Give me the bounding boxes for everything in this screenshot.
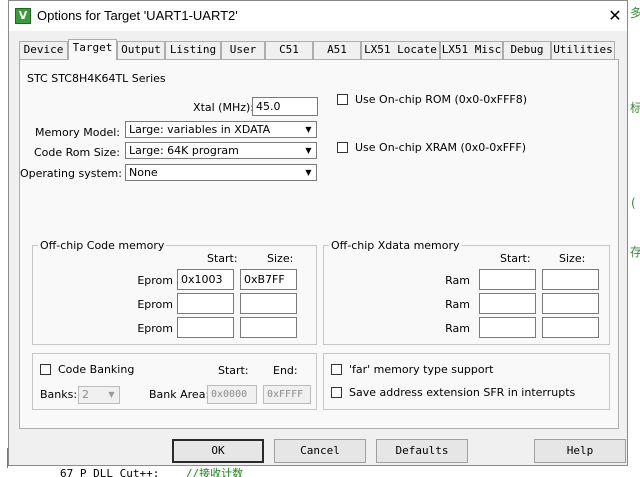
tab-a51[interactable]: A51 xyxy=(313,41,361,59)
ram-start-input-3[interactable] xyxy=(479,317,536,338)
memory-model-select[interactable]: Large: variables in XDATA ▼ xyxy=(125,121,317,138)
background-glyph: 标 xyxy=(630,101,640,115)
offchip-xdata-group: Off-chip Xdata memory Start: Size: Ram R… xyxy=(323,239,610,345)
eprom-size-input-1[interactable]: 0xB7FF xyxy=(240,269,297,290)
operating-system-select[interactable]: None ▼ xyxy=(125,164,317,181)
save-sfr-checkbox[interactable] xyxy=(331,387,342,398)
editor-gutter xyxy=(0,448,8,468)
tab-c51[interactable]: C51 xyxy=(265,41,313,59)
cancel-button[interactable]: Cancel xyxy=(274,439,366,463)
chevron-down-icon: ▼ xyxy=(301,122,316,137)
code-rom-size-label: Code Rom Size: xyxy=(33,146,120,159)
eprom-start-input-3[interactable] xyxy=(177,317,234,338)
tab-user[interactable]: User xyxy=(221,41,265,59)
target-panel: STC STC8H4K64TL Series Xtal (MHz): 45.0 … xyxy=(19,59,619,429)
background-glyph: 多 xyxy=(630,6,640,20)
ram-label: Ram xyxy=(445,274,470,287)
eprom-size-input-2[interactable] xyxy=(240,293,297,314)
keil-app-icon: V xyxy=(15,8,31,24)
use-onchip-rom-label: Use On-chip ROM (0x0-0xFFF8) xyxy=(355,93,528,106)
ram-start-input-1[interactable] xyxy=(479,269,536,290)
ram-size-input-2[interactable] xyxy=(542,293,599,314)
tab-output[interactable]: Output xyxy=(117,41,165,59)
use-onchip-xram-label: Use On-chip XRAM (0x0-0xFFF) xyxy=(355,141,526,154)
close-icon[interactable]: ✕ xyxy=(605,6,625,26)
tab-lx51-locate[interactable]: LX51 Locate xyxy=(361,41,440,59)
tab-lx51-misc[interactable]: LX51 Misc xyxy=(440,41,503,59)
dialog-title: Options for Target 'UART1-UART2' xyxy=(37,8,238,23)
use-onchip-rom-checkbox[interactable] xyxy=(337,94,348,105)
code-text: 67 P_DLL_Cut++; xyxy=(60,467,160,477)
code-banking-group: Code Banking Start: End: Banks: 2 ▼ Bank… xyxy=(32,353,317,410)
bank-end-header: End: xyxy=(273,364,298,377)
save-sfr-label: Save address extension SFR in interrupts xyxy=(349,386,576,399)
code-start-header: Start: xyxy=(207,252,238,265)
options-dialog: V Options for Target 'UART1-UART2' ✕ Dev… xyxy=(8,0,628,466)
operating-system-value: None xyxy=(129,166,158,179)
far-memory-checkbox[interactable] xyxy=(331,364,342,375)
help-button[interactable]: Help xyxy=(534,439,626,463)
xtal-input[interactable]: 45.0 xyxy=(252,97,318,116)
eprom-label: Eprom xyxy=(137,322,173,335)
ram-size-input-3[interactable] xyxy=(542,317,599,338)
banks-select[interactable]: 2 ▼ xyxy=(78,386,120,404)
tab-utilities[interactable]: Utilities xyxy=(551,41,615,59)
xdata-size-header: Size: xyxy=(559,252,586,265)
eprom-start-input-1[interactable]: 0x1003 xyxy=(177,269,234,290)
chevron-down-icon: ▼ xyxy=(301,165,316,180)
device-series: STC STC8H4K64TL Series xyxy=(27,72,166,85)
memory-model-label: Memory Model: xyxy=(35,126,120,139)
operating-system-label: Operating system: xyxy=(20,167,122,180)
eprom-size-input-3[interactable] xyxy=(240,317,297,338)
code-banking-checkbox[interactable] xyxy=(40,364,51,375)
background-glyph: ( xyxy=(631,196,636,210)
code-banking-label: Code Banking xyxy=(58,363,135,376)
code-comment: //接收计数 xyxy=(185,467,244,477)
tab-debug[interactable]: Debug xyxy=(503,41,551,59)
tab-device[interactable]: Device xyxy=(19,41,68,59)
code-rom-size-select[interactable]: Large: 64K program ▼ xyxy=(125,142,317,159)
banks-value: 2 xyxy=(82,388,89,401)
tab-listing[interactable]: Listing xyxy=(165,41,221,59)
ram-size-input-1[interactable] xyxy=(542,269,599,290)
eprom-label: Eprom xyxy=(137,274,173,287)
background-glyph: 存 xyxy=(630,245,640,259)
offchip-xdata-title: Off-chip Xdata memory xyxy=(329,239,462,252)
eprom-start-input-2[interactable] xyxy=(177,293,234,314)
memory-model-value: Large: variables in XDATA xyxy=(129,123,271,136)
ram-start-input-2[interactable] xyxy=(479,293,536,314)
xtal-label: Xtal (MHz): xyxy=(193,101,254,114)
code-rom-size-value: Large: 64K program xyxy=(129,144,239,157)
far-memory-label: 'far' memory type support xyxy=(349,363,494,376)
bank-area-start-input[interactable]: 0x0000 xyxy=(207,385,257,404)
code-size-header: Size: xyxy=(267,252,294,265)
chevron-down-icon: ▼ xyxy=(301,143,316,158)
eprom-label: Eprom xyxy=(137,298,173,311)
background-editor-edge: 多 标 ( 存 xyxy=(628,0,640,477)
defaults-button[interactable]: Defaults xyxy=(376,439,468,463)
ok-button[interactable]: OK xyxy=(172,439,264,463)
bank-area-label: Bank Area: xyxy=(149,388,210,401)
bank-start-header: Start: xyxy=(218,364,249,377)
use-onchip-xram-checkbox[interactable] xyxy=(337,142,348,153)
ram-label: Ram xyxy=(445,322,470,335)
offchip-code-group: Off-chip Code memory Start: Size: Eprom … xyxy=(32,239,317,345)
memory-options-group: 'far' memory type support Save address e… xyxy=(323,353,610,410)
ram-label: Ram xyxy=(445,298,470,311)
tab-bar: Device Target Output Listing User C51 A5… xyxy=(9,39,627,60)
tab-target[interactable]: Target xyxy=(68,39,117,60)
chevron-down-icon: ▼ xyxy=(104,387,119,403)
bank-area-end-input[interactable]: 0xFFFF xyxy=(263,385,311,404)
offchip-code-title: Off-chip Code memory xyxy=(38,239,167,252)
xdata-start-header: Start: xyxy=(500,252,531,265)
title-bar: V Options for Target 'UART1-UART2' ✕ xyxy=(9,1,627,31)
banks-label: Banks: xyxy=(40,388,78,401)
